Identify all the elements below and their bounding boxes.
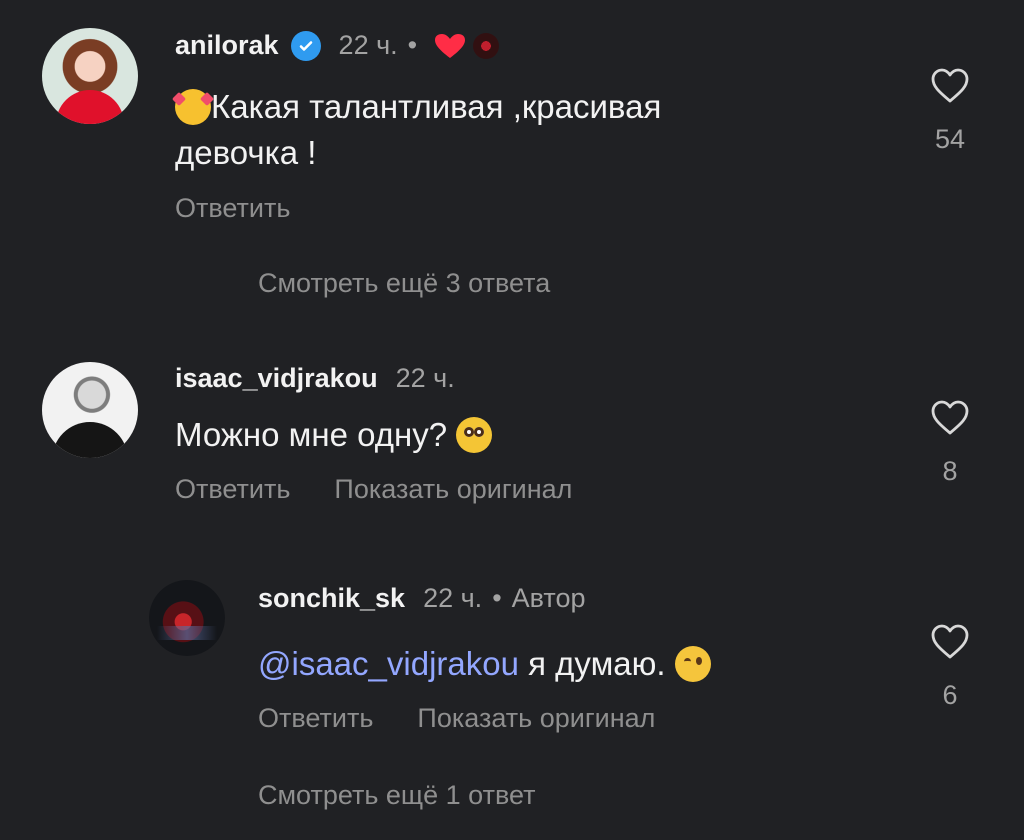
heart-outline-icon — [931, 624, 969, 659]
separator-dot: • — [407, 30, 418, 60]
comment-header: sonchik_sk 22 ч. • Автор — [258, 583, 586, 614]
username[interactable]: anilorak — [175, 30, 279, 61]
like-count: 54 — [934, 124, 966, 154]
timestamp: 22 ч. — [338, 30, 398, 60]
like-button[interactable]: 8 — [920, 396, 980, 487]
avatar[interactable] — [42, 362, 138, 458]
author-badge: Автор — [511, 583, 586, 613]
winking-face-icon — [674, 646, 711, 682]
comment-text: Можно мне одну? — [175, 412, 493, 458]
smiling-face-with-hearts-icon — [175, 89, 211, 125]
creator-mini-avatar — [473, 32, 500, 59]
comment-text: @isaac_vidjrakou я думаю. — [258, 641, 711, 687]
like-button[interactable]: 6 — [920, 620, 980, 711]
like-button[interactable]: 54 — [920, 64, 980, 155]
comment-actions: Ответить Показать оригинал — [258, 703, 655, 734]
reply-button[interactable]: Ответить — [175, 474, 290, 505]
timestamp: 22 ч. — [423, 583, 483, 613]
show-original-button[interactable]: Показать оригинал — [334, 474, 572, 505]
comment-text: Какая талантливая ,красивая девочка ! — [175, 88, 662, 171]
reply-button[interactable]: Ответить — [175, 193, 290, 224]
comment-actions: Ответить Показать оригинал — [175, 474, 572, 505]
heart-outline-icon — [931, 400, 969, 435]
pleading-face-icon — [456, 417, 493, 453]
view-more-replies-button[interactable]: Смотреть ещё 3 ответа — [258, 268, 550, 299]
like-count: 8 — [942, 456, 958, 486]
comment-actions: Ответить — [175, 193, 290, 224]
view-more-replies-button[interactable]: Смотреть ещё 1 ответ — [258, 780, 536, 811]
comment-header: isaac_vidjrakou 22 ч. — [175, 363, 455, 394]
username[interactable]: sonchik_sk — [258, 583, 405, 614]
mention-link[interactable]: @isaac_vidjrakou — [258, 645, 519, 682]
avatar[interactable] — [149, 580, 225, 656]
separator-dot: • — [492, 583, 502, 613]
timestamp: 22 ч. — [395, 363, 455, 393]
creator-heart-icon — [435, 33, 466, 58]
show-original-button[interactable]: Показать оригинал — [417, 703, 655, 734]
avatar[interactable] — [42, 28, 138, 124]
like-count: 6 — [942, 680, 958, 710]
heart-outline-icon — [931, 68, 969, 103]
verified-badge-icon — [290, 30, 321, 61]
comment-header: anilorak 22 ч. • — [175, 30, 500, 61]
username[interactable]: isaac_vidjrakou — [175, 363, 378, 394]
reply-button[interactable]: Ответить — [258, 703, 373, 734]
